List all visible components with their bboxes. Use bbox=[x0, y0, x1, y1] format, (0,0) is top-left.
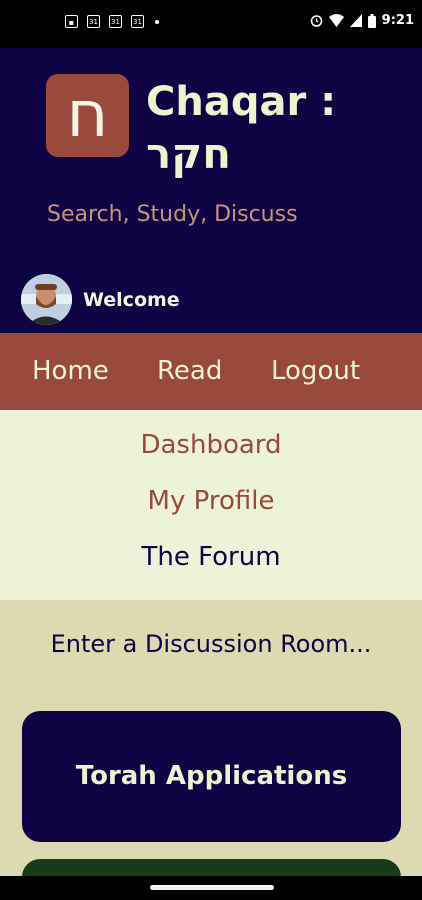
nav-read-link[interactable]: Read bbox=[157, 333, 222, 410]
status-bar: ▪ 31 31 31 9:21 bbox=[0, 0, 422, 48]
calendar-icon: 31 bbox=[87, 15, 100, 28]
more-notifications-dot-icon bbox=[155, 19, 159, 24]
discussion-heading: Enter a Discussion Room... bbox=[50, 630, 372, 658]
clock-time: 9:21 bbox=[381, 13, 414, 28]
app-logo: ח bbox=[46, 74, 129, 157]
room-card-torah-applications[interactable]: Torah Applications bbox=[22, 711, 401, 842]
app-title-hebrew: חקר bbox=[146, 129, 232, 178]
status-icons: 9:21 bbox=[310, 13, 414, 28]
calendar-icon: 31 bbox=[131, 15, 144, 28]
alarm-icon bbox=[310, 15, 322, 27]
sub-menu: Dashboard My Profile The Forum bbox=[0, 410, 422, 600]
app-title-latin: Chaqar : bbox=[146, 79, 337, 125]
nav-logout-link[interactable]: Logout bbox=[271, 333, 360, 410]
home-gesture-handle[interactable] bbox=[150, 885, 274, 890]
user-avatar[interactable] bbox=[21, 274, 72, 325]
submenu-forum-link[interactable]: The Forum bbox=[0, 542, 422, 572]
calendar-icon: 31 bbox=[109, 15, 122, 28]
battery-icon bbox=[367, 13, 376, 28]
submenu-dashboard-link[interactable]: Dashboard bbox=[0, 430, 422, 460]
app-title: Chaqar : חקר bbox=[146, 76, 336, 180]
welcome-text: Welcome bbox=[83, 289, 180, 311]
forum-content: Enter a Discussion Room... Torah Applica… bbox=[0, 600, 422, 876]
room-card[interactable] bbox=[22, 859, 401, 876]
submenu-my-profile-link[interactable]: My Profile bbox=[0, 486, 422, 516]
main-nav: Home Read Logout bbox=[0, 333, 422, 410]
app-tagline: Search, Study, Discuss bbox=[47, 202, 298, 227]
avatar-photo bbox=[21, 274, 72, 325]
notification-icons: ▪ 31 31 31 bbox=[65, 15, 159, 28]
signal-icon bbox=[349, 14, 362, 27]
wifi-icon bbox=[328, 14, 344, 27]
system-nav-bar bbox=[0, 876, 422, 900]
app-notification-icon: ▪ bbox=[65, 15, 78, 28]
nav-home-link[interactable]: Home bbox=[32, 333, 109, 410]
